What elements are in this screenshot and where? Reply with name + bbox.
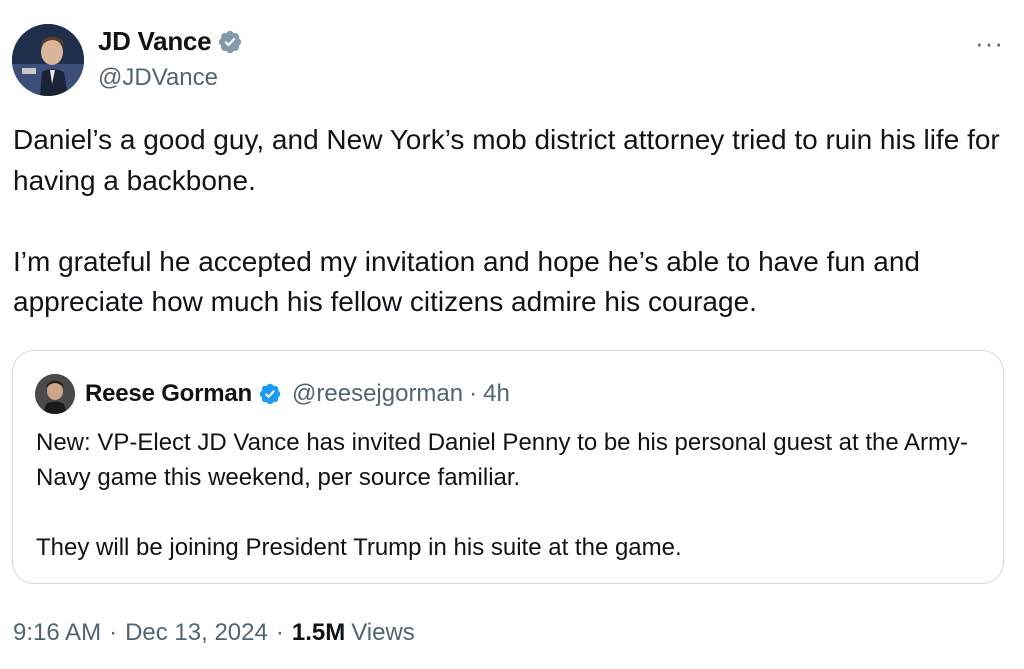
author-avatar[interactable] xyxy=(12,24,84,96)
tweet-time[interactable]: 9:16 AM xyxy=(13,619,101,647)
more-options-icon[interactable]: ··· xyxy=(975,28,1004,59)
verified-gray-badge-icon xyxy=(219,30,242,53)
tweet-date[interactable]: Dec 13, 2024 xyxy=(125,619,268,647)
quoted-tweet[interactable]: Reese Gorman @reesejgorman · 4h New: VP-… xyxy=(12,350,1004,584)
views-count: 1.5M xyxy=(291,619,346,646)
quote-separator: · xyxy=(469,380,478,407)
quote-text: New: VP-Elect JD Vance has invited Danie… xyxy=(36,429,969,561)
quote-header: Reese Gorman @reesejgorman · 4h xyxy=(85,380,510,408)
quote-author-name[interactable]: Reese Gorman xyxy=(85,380,252,408)
views-label: Views xyxy=(351,619,415,646)
author-name-line: JD Vance xyxy=(98,26,243,57)
tweet-meta: 9:16 AM · Dec 13, 2024 · 1.5M Views xyxy=(13,619,415,647)
tweet-text: Daniel’s a good guy, and New York’s mob … xyxy=(13,124,1000,317)
quote-author-handle[interactable]: @reesejgorman xyxy=(292,380,463,408)
author-name[interactable]: JD Vance xyxy=(98,26,212,57)
quote-author-avatar[interactable] xyxy=(35,374,75,414)
quote-timestamp[interactable]: 4h xyxy=(483,380,510,408)
meta-separator-2: · xyxy=(275,619,284,646)
meta-separator: · xyxy=(109,619,118,646)
verified-blue-badge-icon xyxy=(259,383,281,405)
author-handle[interactable]: @JDVance xyxy=(98,64,218,92)
